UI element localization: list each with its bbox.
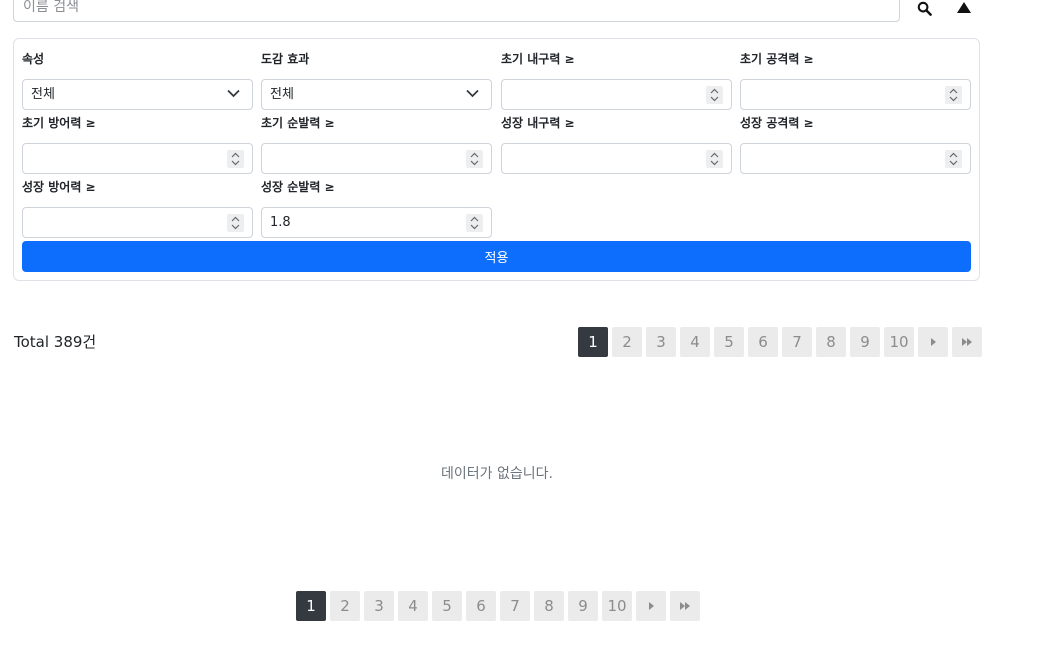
spinner-arrows-icon [466,150,483,168]
chevron-down-icon [227,89,240,98]
collection-effect-label: 도감 효과 [261,51,492,67]
init-def-input[interactable] [22,143,253,174]
init-hp-input[interactable] [501,79,732,110]
grow-hp-field: 성장 내구력 ≥ [501,115,732,174]
last-page-button[interactable] [670,591,700,621]
grow-def-field: 성장 방어력 ≥ [22,179,253,238]
attribute-select-value: 전체 [31,80,55,109]
init-atk-field: 초기 공격력 ≥ [740,51,971,110]
double-caret-right-icon [961,337,973,347]
grow-agi-field: 성장 순발력 ≥ 1.8 [261,179,492,238]
caret-right-icon [647,601,655,611]
filter-panel: 속성 전체 도감 효과 전체 초기 내구력 ≥ [13,38,980,281]
grow-atk-label: 성장 공격력 ≥ [740,115,971,131]
caret-right-icon [929,337,937,347]
init-agi-field: 초기 순발력 ≥ [261,115,492,174]
chevron-down-icon [466,89,479,98]
collection-effect-field: 도감 효과 전체 [261,51,492,110]
grow-hp-label: 성장 내구력 ≥ [501,115,732,131]
init-hp-field: 초기 내구력 ≥ [501,51,732,110]
search-input[interactable] [13,0,900,22]
pagination-bottom: 1 2 3 4 5 6 7 8 9 10 [296,591,700,621]
init-atk-spinner[interactable] [945,86,962,104]
grow-hp-spinner[interactable] [706,150,723,168]
init-agi-spinner[interactable] [466,150,483,168]
init-def-label: 초기 방어력 ≥ [22,115,253,131]
page-button-8[interactable]: 8 [816,327,846,357]
collection-effect-select[interactable]: 전체 [261,79,492,110]
next-page-button[interactable] [918,327,948,357]
init-agi-input[interactable] [261,143,492,174]
page-button-9[interactable]: 9 [850,327,880,357]
spinner-arrows-icon [227,214,244,232]
page-button-2[interactable]: 2 [330,591,360,621]
page-button-8[interactable]: 8 [534,591,564,621]
grow-def-label: 성장 방어력 ≥ [22,179,253,195]
page-button-5[interactable]: 5 [714,327,744,357]
attribute-field: 속성 전체 [22,51,253,110]
page-button-1[interactable]: 1 [578,327,608,357]
spinner-arrows-icon [706,150,723,168]
triangle-up-icon [957,2,971,14]
page-button-1[interactable]: 1 [296,591,326,621]
total-count: Total 389건 [14,332,96,352]
page-button-4[interactable]: 4 [398,591,428,621]
init-atk-input[interactable] [740,79,971,110]
spinner-arrows-icon [945,150,962,168]
page-button-7[interactable]: 7 [500,591,530,621]
page-button-7[interactable]: 7 [782,327,812,357]
attribute-select[interactable]: 전체 [22,79,253,110]
collection-effect-select-value: 전체 [270,80,294,109]
pagination-top: 1 2 3 4 5 6 7 8 9 10 [578,327,982,357]
spinner-arrows-icon [706,86,723,104]
grow-agi-value: 1.8 [270,208,291,237]
page-button-6[interactable]: 6 [748,327,778,357]
init-def-field: 초기 방어력 ≥ [22,115,253,174]
grow-atk-spinner[interactable] [945,150,962,168]
search-icon [917,1,932,16]
grow-def-input[interactable] [22,207,253,238]
grow-atk-input[interactable] [740,143,971,174]
grow-agi-spinner[interactable] [466,214,483,232]
empty-message: 데이터가 없습니다. [0,464,994,484]
apply-button[interactable]: 적용 [22,241,971,272]
init-hp-label: 초기 내구력 ≥ [501,51,732,67]
page-button-4[interactable]: 4 [680,327,710,357]
page-button-10[interactable]: 10 [884,327,914,357]
init-def-spinner[interactable] [227,150,244,168]
page-button-10[interactable]: 10 [602,591,632,621]
page-button-3[interactable]: 3 [364,591,394,621]
collapse-filter-button[interactable] [951,0,977,20]
init-hp-spinner[interactable] [706,86,723,104]
grow-hp-input[interactable] [501,143,732,174]
page-button-6[interactable]: 6 [466,591,496,621]
last-page-button[interactable] [952,327,982,357]
double-caret-right-icon [679,601,691,611]
page-button-5[interactable]: 5 [432,591,462,621]
page-button-9[interactable]: 9 [568,591,598,621]
search-row [13,0,979,22]
search-button[interactable] [911,0,937,20]
page-button-3[interactable]: 3 [646,327,676,357]
spinner-arrows-icon [227,150,244,168]
grow-agi-label: 성장 순발력 ≥ [261,179,492,195]
page-button-2[interactable]: 2 [612,327,642,357]
spinner-arrows-icon [466,214,483,232]
grow-agi-input[interactable]: 1.8 [261,207,492,238]
spinner-arrows-icon [945,86,962,104]
init-agi-label: 초기 순발력 ≥ [261,115,492,131]
init-atk-label: 초기 공격력 ≥ [740,51,971,67]
next-page-button[interactable] [636,591,666,621]
attribute-label: 속성 [22,51,253,67]
grow-atk-field: 성장 공격력 ≥ [740,115,971,174]
grow-def-spinner[interactable] [227,214,244,232]
